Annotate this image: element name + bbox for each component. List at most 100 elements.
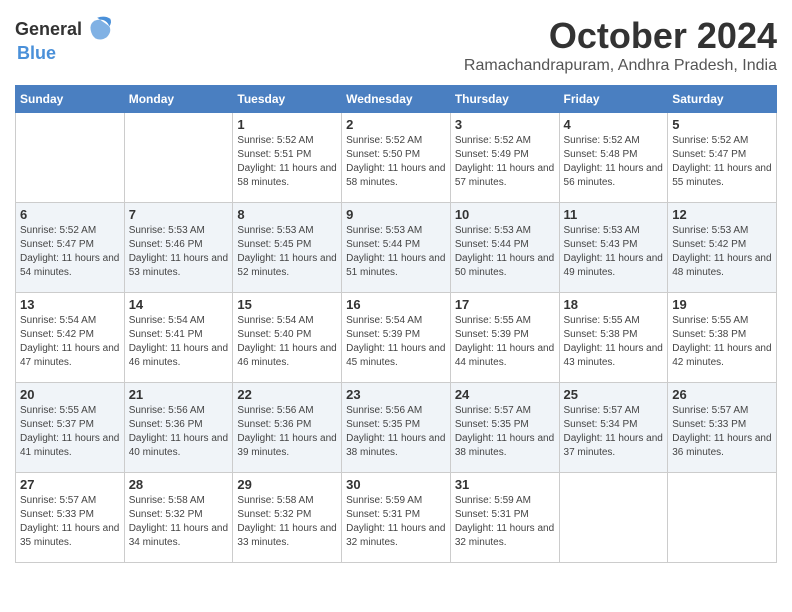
calendar-day-cell: 6Sunrise: 5:52 AMSunset: 5:47 PMDaylight… bbox=[16, 203, 125, 293]
day-detail: Sunrise: 5:52 AMSunset: 5:51 PMDaylight:… bbox=[237, 134, 337, 190]
logo-icon bbox=[86, 15, 114, 43]
calendar-day-cell: 9 Sunrise: 5:53 AMSunset: 5:44 PMDaylight… bbox=[342, 203, 451, 293]
day-detail: Sunrise: 5:58 AMSunset: 5:32 PMDaylight:… bbox=[129, 494, 229, 550]
day-number: 19 bbox=[672, 297, 772, 312]
day-number: 15 bbox=[237, 297, 337, 312]
day-detail: Sunrise: 5:55 AMSunset: 5:38 PMDaylight:… bbox=[564, 314, 664, 370]
day-number: 2 bbox=[346, 117, 446, 132]
day-number: 29 bbox=[237, 477, 337, 492]
day-number: 20 bbox=[20, 387, 120, 402]
calendar-day-cell: 29 Sunrise: 5:58 AMSunset: 5:32 PMDayligh… bbox=[233, 473, 342, 563]
day-number: 4 bbox=[564, 117, 664, 132]
day-number: 18 bbox=[564, 297, 664, 312]
day-detail: Sunrise: 5:54 AMSunset: 5:41 PMDaylight:… bbox=[129, 314, 229, 370]
day-detail: Sunrise: 5:53 AMSunset: 5:44 PMDaylight:… bbox=[346, 224, 446, 280]
calendar-day-cell: 1 Sunrise: 5:52 AMSunset: 5:51 PMDaylight… bbox=[233, 113, 342, 203]
day-number: 12 bbox=[672, 207, 772, 222]
day-number: 9 bbox=[346, 207, 446, 222]
day-detail: Sunrise: 5:57 AMSunset: 5:33 PMDaylight:… bbox=[20, 494, 120, 550]
calendar-day-cell: 7 Sunrise: 5:53 AMSunset: 5:46 PMDaylight… bbox=[124, 203, 233, 293]
calendar-week-row: 20 Sunrise: 5:55 AMSunset: 5:37 PMDayligh… bbox=[16, 383, 777, 473]
day-of-week-header: Wednesday bbox=[342, 86, 451, 113]
calendar-day-cell: 10 Sunrise: 5:53 AMSunset: 5:44 PMDayligh… bbox=[450, 203, 559, 293]
calendar-week-row: 27 Sunrise: 5:57 AMSunset: 5:33 PMDayligh… bbox=[16, 473, 777, 563]
day-detail: Sunrise: 5:53 AMSunset: 5:45 PMDaylight:… bbox=[237, 224, 337, 280]
day-number: 7 bbox=[129, 207, 229, 222]
day-number: 1 bbox=[237, 117, 337, 132]
title-section: October 2024 Ramachandrapuram, Andhra Pr… bbox=[464, 15, 777, 75]
calendar-day-cell: 26Sunrise: 5:57 AMSunset: 5:33 PMDayligh… bbox=[668, 383, 777, 473]
day-number: 30 bbox=[346, 477, 446, 492]
day-detail: Sunrise: 5:52 AMSunset: 5:50 PMDaylight:… bbox=[346, 134, 446, 190]
day-detail: Sunrise: 5:53 AMSunset: 5:46 PMDaylight:… bbox=[129, 224, 229, 280]
calendar-day-cell: 17Sunrise: 5:55 AMSunset: 5:39 PMDayligh… bbox=[450, 293, 559, 383]
day-detail: Sunrise: 5:55 AMSunset: 5:37 PMDaylight:… bbox=[20, 404, 120, 460]
calendar-table: SundayMondayTuesdayWednesdayThursdayFrid… bbox=[15, 85, 777, 563]
month-title: October 2024 bbox=[464, 15, 777, 57]
day-detail: Sunrise: 5:54 AMSunset: 5:40 PMDaylight:… bbox=[237, 314, 337, 370]
day-detail: Sunrise: 5:56 AMSunset: 5:35 PMDaylight:… bbox=[346, 404, 446, 460]
calendar-day-cell bbox=[16, 113, 125, 203]
day-detail: Sunrise: 5:56 AMSunset: 5:36 PMDaylight:… bbox=[237, 404, 337, 460]
day-detail: Sunrise: 5:52 AMSunset: 5:48 PMDaylight:… bbox=[564, 134, 664, 190]
day-detail: Sunrise: 5:57 AMSunset: 5:34 PMDaylight:… bbox=[564, 404, 664, 460]
calendar-day-cell: 11 Sunrise: 5:53 AMSunset: 5:43 PMDayligh… bbox=[559, 203, 668, 293]
day-detail: Sunrise: 5:59 AMSunset: 5:31 PMDaylight:… bbox=[346, 494, 446, 550]
day-of-week-header: Tuesday bbox=[233, 86, 342, 113]
day-of-week-header: Friday bbox=[559, 86, 668, 113]
calendar-day-cell: 3Sunrise: 5:52 AMSunset: 5:49 PMDaylight… bbox=[450, 113, 559, 203]
calendar-week-row: 6Sunrise: 5:52 AMSunset: 5:47 PMDaylight… bbox=[16, 203, 777, 293]
calendar-day-cell bbox=[124, 113, 233, 203]
day-number: 5 bbox=[672, 117, 772, 132]
day-number: 8 bbox=[237, 207, 337, 222]
header: General Blue October 2024 Ramachandrapur… bbox=[15, 15, 777, 75]
calendar-day-cell bbox=[668, 473, 777, 563]
calendar-day-cell: 12 Sunrise: 5:53 AMSunset: 5:42 PMDayligh… bbox=[668, 203, 777, 293]
day-detail: Sunrise: 5:53 AMSunset: 5:42 PMDaylight:… bbox=[672, 224, 772, 280]
day-number: 23 bbox=[346, 387, 446, 402]
logo-text-blue: Blue bbox=[17, 43, 56, 63]
calendar-day-cell: 24 Sunrise: 5:57 AMSunset: 5:35 PMDayligh… bbox=[450, 383, 559, 473]
day-detail: Sunrise: 5:52 AMSunset: 5:49 PMDaylight:… bbox=[455, 134, 555, 190]
calendar-day-cell: 30 Sunrise: 5:59 AMSunset: 5:31 PMDayligh… bbox=[342, 473, 451, 563]
day-detail: Sunrise: 5:53 AMSunset: 5:43 PMDaylight:… bbox=[564, 224, 664, 280]
calendar-day-cell: 25 Sunrise: 5:57 AMSunset: 5:34 PMDayligh… bbox=[559, 383, 668, 473]
day-detail: Sunrise: 5:54 AMSunset: 5:39 PMDaylight:… bbox=[346, 314, 446, 370]
day-number: 24 bbox=[455, 387, 555, 402]
day-number: 28 bbox=[129, 477, 229, 492]
calendar-day-cell: 19Sunrise: 5:55 AMSunset: 5:38 PMDayligh… bbox=[668, 293, 777, 383]
day-detail: Sunrise: 5:53 AMSunset: 5:44 PMDaylight:… bbox=[455, 224, 555, 280]
calendar-week-row: 1 Sunrise: 5:52 AMSunset: 5:51 PMDaylight… bbox=[16, 113, 777, 203]
day-number: 11 bbox=[564, 207, 664, 222]
day-detail: Sunrise: 5:58 AMSunset: 5:32 PMDaylight:… bbox=[237, 494, 337, 550]
day-number: 16 bbox=[346, 297, 446, 312]
day-number: 22 bbox=[237, 387, 337, 402]
calendar-day-cell: 21Sunrise: 5:56 AMSunset: 5:36 PMDayligh… bbox=[124, 383, 233, 473]
calendar-day-cell: 13 Sunrise: 5:54 AMSunset: 5:42 PMDayligh… bbox=[16, 293, 125, 383]
calendar-day-cell: 28 Sunrise: 5:58 AMSunset: 5:32 PMDayligh… bbox=[124, 473, 233, 563]
day-detail: Sunrise: 5:57 AMSunset: 5:35 PMDaylight:… bbox=[455, 404, 555, 460]
calendar-week-row: 13 Sunrise: 5:54 AMSunset: 5:42 PMDayligh… bbox=[16, 293, 777, 383]
location-title: Ramachandrapuram, Andhra Pradesh, India bbox=[464, 57, 777, 75]
day-detail: Sunrise: 5:57 AMSunset: 5:33 PMDaylight:… bbox=[672, 404, 772, 460]
logo-text-general: General bbox=[15, 19, 82, 40]
day-detail: Sunrise: 5:54 AMSunset: 5:42 PMDaylight:… bbox=[20, 314, 120, 370]
calendar-day-cell: 14Sunrise: 5:54 AMSunset: 5:41 PMDayligh… bbox=[124, 293, 233, 383]
calendar-day-cell: 22 Sunrise: 5:56 AMSunset: 5:36 PMDayligh… bbox=[233, 383, 342, 473]
calendar-day-cell: 31Sunrise: 5:59 AMSunset: 5:31 PMDayligh… bbox=[450, 473, 559, 563]
day-number: 25 bbox=[564, 387, 664, 402]
calendar-day-cell: 18 Sunrise: 5:55 AMSunset: 5:38 PMDayligh… bbox=[559, 293, 668, 383]
day-number: 10 bbox=[455, 207, 555, 222]
calendar-day-cell: 8 Sunrise: 5:53 AMSunset: 5:45 PMDaylight… bbox=[233, 203, 342, 293]
day-of-week-header: Thursday bbox=[450, 86, 559, 113]
day-detail: Sunrise: 5:56 AMSunset: 5:36 PMDaylight:… bbox=[129, 404, 229, 460]
day-number: 13 bbox=[20, 297, 120, 312]
calendar-day-cell: 4 Sunrise: 5:52 AMSunset: 5:48 PMDaylight… bbox=[559, 113, 668, 203]
logo: General Blue bbox=[15, 15, 114, 64]
day-number: 27 bbox=[20, 477, 120, 492]
day-number: 31 bbox=[455, 477, 555, 492]
calendar-day-cell: 5 Sunrise: 5:52 AMSunset: 5:47 PMDaylight… bbox=[668, 113, 777, 203]
day-detail: Sunrise: 5:52 AMSunset: 5:47 PMDaylight:… bbox=[672, 134, 772, 190]
calendar-day-cell: 23 Sunrise: 5:56 AMSunset: 5:35 PMDayligh… bbox=[342, 383, 451, 473]
day-of-week-header: Monday bbox=[124, 86, 233, 113]
